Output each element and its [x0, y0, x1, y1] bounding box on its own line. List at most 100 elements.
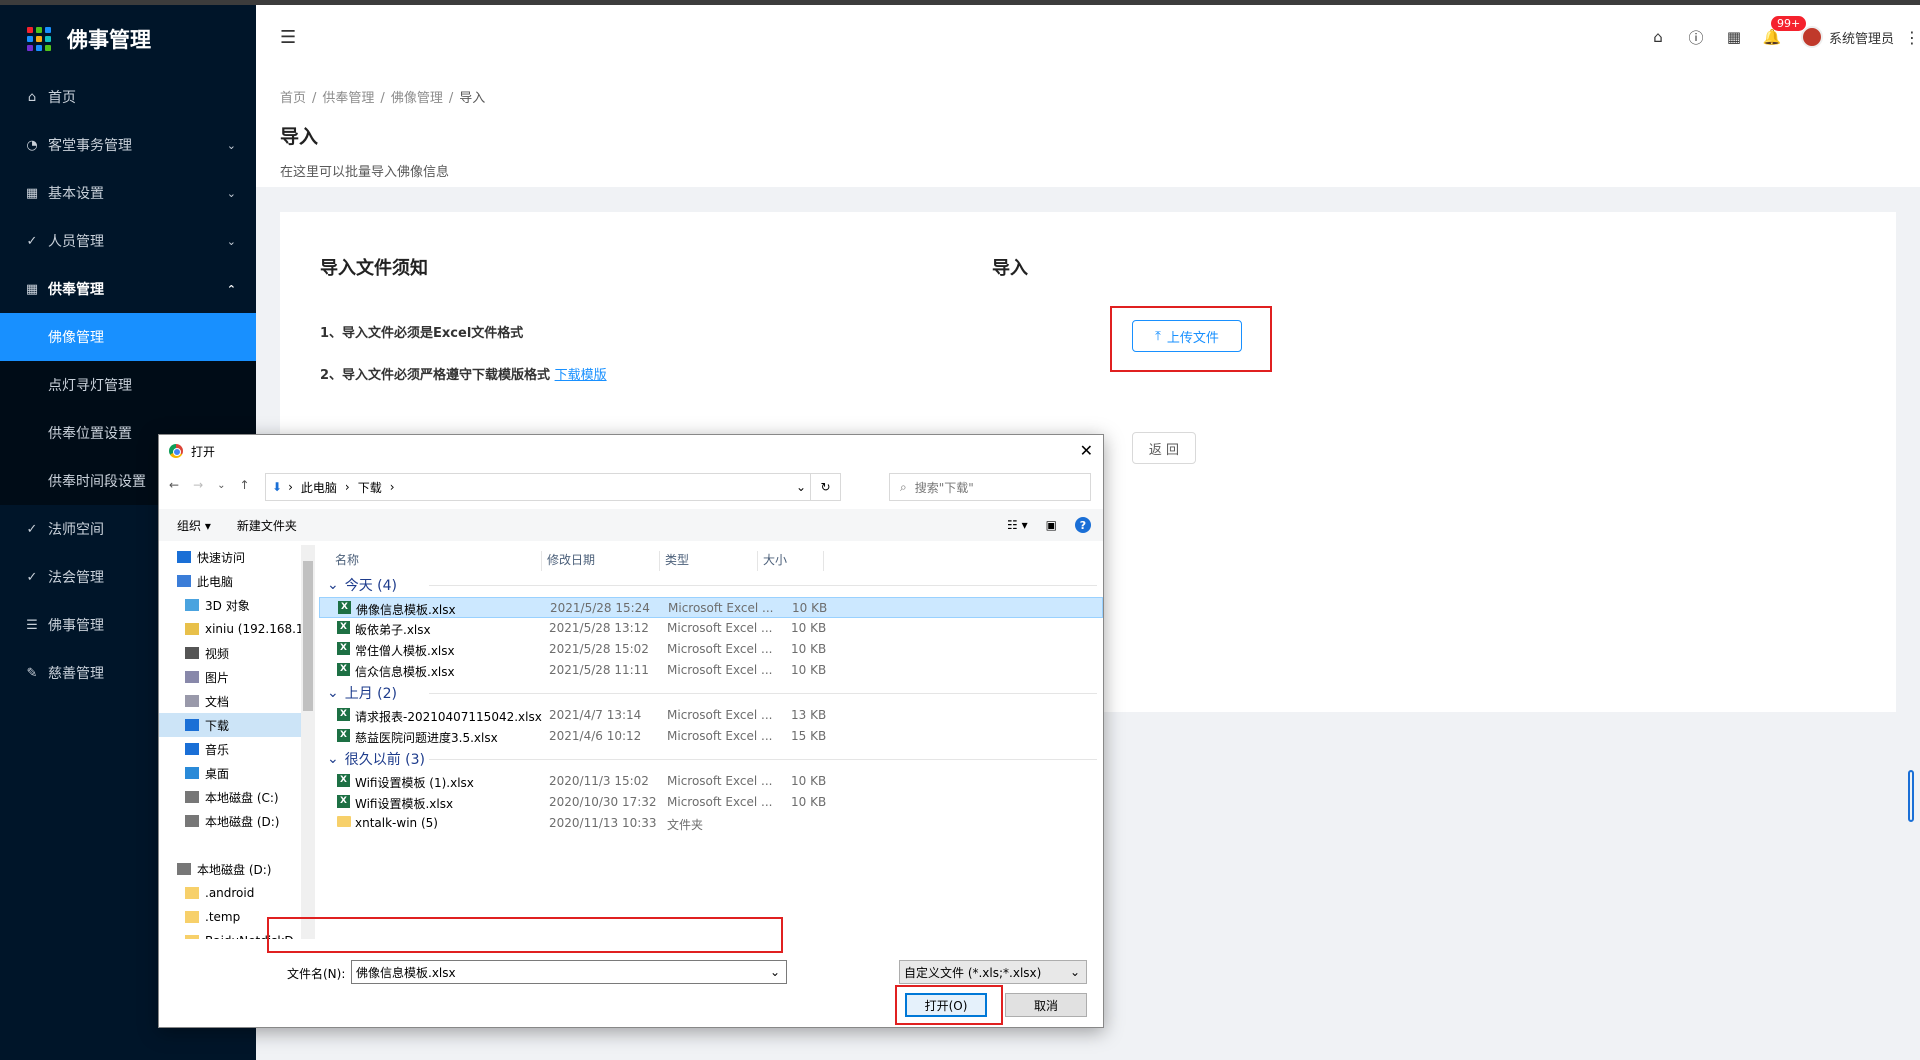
path-segment[interactable]: 此电脑 — [301, 479, 337, 496]
chevron-down-icon: ⌄ — [327, 685, 339, 701]
view-options-icon[interactable]: ☷ ▾ — [1007, 518, 1028, 532]
page-header: 首页 / 供奉管理 / 佛像管理 / 导入 导入 在这里可以批量导入佛像信息 — [256, 69, 1920, 187]
file-row[interactable]: X Wifi设置模板 (1).xlsx 2020/11/3 15:02 Microso… — [319, 771, 1103, 792]
file-date: 2021/5/28 15:02 — [549, 642, 649, 656]
bell-icon[interactable]: 🔔 99+ — [1753, 16, 1807, 46]
path-segment[interactable]: 下载 — [358, 479, 382, 496]
brand[interactable]: 佛事管理 — [0, 5, 256, 73]
user-menu[interactable]: 系统管理员 ⋮ — [1800, 26, 1920, 48]
sidebar-item[interactable]: ◔ 客堂事务管理 ⌄ — [0, 121, 256, 169]
refresh-icon[interactable]: ↻ — [810, 474, 840, 500]
sidebar-item-label: 佛像管理 — [48, 330, 104, 346]
header-actions: ⌂ ⓘ ▦ 🔔 99+ 系统管理员 ⋮ — [1639, 5, 1920, 69]
file-group-header[interactable]: ⌄ 今天 (4) — [319, 573, 1103, 597]
tree-item[interactable]: 本地磁盘 (D:) — [159, 809, 311, 833]
tree-item[interactable]: 本地磁盘 (D:) — [159, 857, 311, 881]
file-row[interactable]: X 请求报表-20210407115042.xlsx 2021/4/7 13:14 M… — [319, 705, 1103, 726]
forward-arrow-icon[interactable]: → — [193, 478, 203, 492]
tree-item[interactable]: 图片 — [159, 665, 311, 689]
check-circle-icon: ✓ — [26, 521, 38, 537]
address-dropdown-icon[interactable]: ⌄ — [796, 480, 806, 494]
file-group-header[interactable]: ⌄ 上月 (2) — [319, 681, 1103, 705]
sidebar-item[interactable]: 佛像管理 — [0, 313, 256, 361]
table-icon: ▦ — [25, 281, 39, 297]
tree-item[interactable]: 此电脑 — [159, 569, 311, 593]
scrollbar-thumb[interactable] — [303, 561, 313, 711]
breadcrumb-item[interactable]: 首页 — [280, 91, 306, 106]
sidebar-item[interactable]: ▦ 基本设置 ⌄ — [0, 169, 256, 217]
tree-item[interactable]: 视频 — [159, 641, 311, 665]
filename-dropdown-icon[interactable]: ⌄ — [770, 965, 780, 979]
back-arrow-icon[interactable]: ← — [169, 478, 179, 492]
open-button[interactable]: 打开(O) — [905, 993, 987, 1017]
upload-icon: ⤒ — [1155, 328, 1161, 344]
tree-item[interactable]: 3D 对象 — [159, 593, 311, 617]
file-row[interactable]: X 常住僧人模板.xlsx 2021/5/28 15:02 Microsoft Exc… — [319, 639, 1103, 660]
tree-item[interactable]: 快速访问 — [159, 545, 311, 569]
tree-item-label: 3D 对象 — [205, 598, 250, 613]
download-template-link[interactable]: 下载模版 — [555, 368, 607, 383]
file-row[interactable]: X 慈益医院问题进度3.5.xlsx 2021/4/6 10:12 Microsoft… — [319, 726, 1103, 747]
tree-item[interactable]: 文档 — [159, 689, 311, 713]
file-row[interactable]: X 佛像信息模板.xlsx 2021/5/28 15:24 Microsoft Exc… — [319, 597, 1103, 618]
cancel-button[interactable]: 取消 — [1005, 993, 1087, 1017]
help-icon[interactable]: ? — [1075, 517, 1091, 533]
rule-2: 2、导入文件必须严格遵守下载模版格式 下载模版 — [320, 368, 607, 383]
sidebar-item-label: 法师空间 — [48, 522, 104, 538]
filename-input[interactable]: 佛像信息模板.xlsx ⌄ — [351, 960, 787, 984]
tree-item-icon — [177, 863, 191, 875]
upload-button[interactable]: ⤒ 上传文件 — [1132, 320, 1242, 352]
organize-button[interactable]: 组织 ▾ — [177, 517, 211, 534]
tree-item[interactable] — [159, 833, 311, 857]
file-type: Microsoft Excel ... — [667, 642, 773, 656]
file-row[interactable]: X 皈依弟子.xlsx 2021/5/28 13:12 Microsoft Excel… — [319, 618, 1103, 639]
tree-item-icon — [185, 911, 199, 923]
breadcrumb-item[interactable]: 佛像管理 — [391, 91, 443, 106]
chevron-down-icon: ⌄ — [327, 577, 339, 593]
more-icon[interactable]: ⋮ — [1904, 28, 1920, 47]
search-input[interactable]: ⌕ 搜索"下载" — [889, 473, 1091, 501]
new-folder-button[interactable]: 新建文件夹 — [237, 517, 297, 534]
tree-scrollbar[interactable] — [301, 545, 315, 939]
address-bar[interactable]: ⬇ › 此电脑 › 下载 › ⌄ ↻ — [265, 473, 841, 501]
file-row[interactable]: X Wifi设置模板.xlsx 2020/10/30 17:32 Microsoft … — [319, 792, 1103, 813]
sidebar-item[interactable]: ✓ 人员管理 ⌄ — [0, 217, 256, 265]
app-title: 佛事管理 — [67, 28, 151, 52]
sidebar-item[interactable]: ⌂ 首页 — [0, 73, 256, 121]
up-arrow-icon[interactable]: ↑ — [240, 478, 250, 492]
file-group-header[interactable]: ⌄ 很久以前 (3) — [319, 747, 1103, 771]
excel-file-icon: X — [337, 774, 350, 787]
apps-icon[interactable]: ▦ — [1715, 28, 1753, 46]
tree-item-label: 本地磁盘 (D:) — [197, 862, 272, 877]
recent-dropdown-icon[interactable]: ⌄ — [217, 480, 225, 491]
menu-fold-icon[interactable]: ☰ — [280, 27, 296, 48]
file-row[interactable]: xntalk-win (5) 2020/11/13 10:33 文件夹 — [319, 813, 1103, 834]
column-size[interactable]: 大小 — [763, 551, 787, 568]
tree-item[interactable]: 桌面 — [159, 761, 311, 785]
check-circle-icon: ✓ — [26, 233, 38, 249]
file-type: 文件夹 — [667, 818, 704, 832]
excel-file-icon: X — [337, 729, 350, 742]
sidebar-item[interactable]: ▦ 供奉管理 ⌃ — [0, 265, 256, 313]
filetype-select[interactable]: 自定义文件 (*.xls;*.xlsx) ⌄ — [899, 960, 1087, 984]
column-name[interactable]: 名称 — [335, 551, 359, 568]
help-icon[interactable]: ⓘ — [1677, 27, 1715, 48]
avatar — [1800, 26, 1823, 48]
sidebar-item[interactable]: 点灯寻灯管理 — [0, 361, 256, 409]
tree-item[interactable]: 下载 — [159, 713, 311, 737]
close-icon[interactable]: ✕ — [1080, 441, 1093, 460]
home-icon[interactable]: ⌂ — [1639, 28, 1677, 46]
file-row[interactable]: X 信众信息模板.xlsx 2021/5/28 11:11 Microsoft Exc… — [319, 660, 1103, 681]
tree-item[interactable]: xiniu (192.168.1 — [159, 617, 311, 641]
column-date[interactable]: 修改日期 — [547, 551, 595, 568]
tree-item[interactable]: 音乐 — [159, 737, 311, 761]
dialog-titlebar: 打开 ✕ — [159, 435, 1103, 467]
sidebar-item-label: 点灯寻灯管理 — [48, 378, 132, 394]
tree-item[interactable]: .android — [159, 881, 311, 905]
preview-pane-icon[interactable]: ▣ — [1046, 518, 1057, 532]
breadcrumb-item[interactable]: 供奉管理 — [322, 91, 374, 106]
tree-item[interactable]: 本地磁盘 (C:) — [159, 785, 311, 809]
back-button[interactable]: 返 回 — [1132, 432, 1196, 464]
column-type[interactable]: 类型 — [665, 551, 689, 568]
file-name: 信众信息模板.xlsx — [355, 665, 455, 679]
